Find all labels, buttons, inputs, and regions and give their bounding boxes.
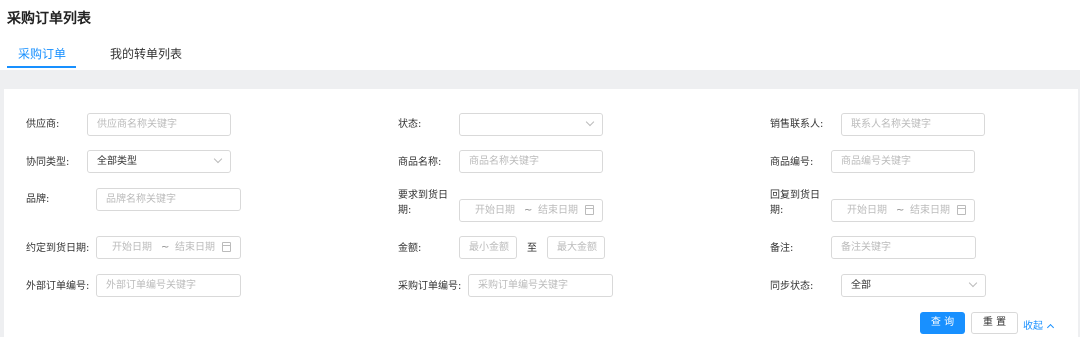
agreed-date-tilde: ~ — [161, 242, 170, 253]
page-title: 采购订单列表 — [7, 11, 91, 27]
remark-label: 备注: — [770, 243, 794, 254]
sales-contact-label: 销售联系人: — [770, 119, 824, 130]
chevron-down-icon — [213, 154, 223, 164]
po-no-input[interactable]: 采购订单编号关键字 — [468, 274, 613, 297]
panel-left-edge — [0, 89, 4, 337]
calendar-icon — [222, 242, 231, 252]
sync-status-select-value: 全部 — [851, 280, 871, 291]
chevron-down-icon — [585, 117, 595, 127]
chevron-down-icon — [968, 278, 978, 288]
brand-input[interactable]: 品牌名称关键字 — [96, 188, 241, 211]
tab-my-transfer-list[interactable]: 我的转单列表 — [110, 45, 182, 62]
status-select[interactable] — [459, 113, 603, 136]
calendar-icon — [585, 205, 594, 215]
required-date-tilde: ~ — [524, 205, 533, 216]
agreed-date-range[interactable]: 开始日期 ~ 结束日期 — [96, 236, 241, 259]
reply-date-label-line2: 期: — [770, 205, 784, 216]
required-date-label-line2: 期: — [398, 205, 412, 216]
required-date-range[interactable]: 开始日期 ~ 结束日期 — [459, 199, 603, 222]
sync-status-label: 同步状态: — [770, 281, 814, 292]
query-button[interactable]: 查 询 — [920, 312, 965, 334]
required-date-label-line1: 要求到货日 — [398, 190, 448, 201]
required-date-start[interactable]: 开始日期 — [475, 200, 515, 221]
calendar-icon — [957, 205, 966, 215]
remark-input[interactable]: 备注关键字 — [831, 236, 976, 259]
supplier-input[interactable]: 供应商名称关键字 — [87, 113, 231, 136]
po-no-label: 采购订单编号: — [398, 281, 462, 292]
external-order-no-label: 外部订单编号: — [26, 281, 90, 292]
collab-type-select-value: 全部类型 — [97, 156, 137, 167]
reply-date-end[interactable]: 结束日期 — [910, 200, 950, 221]
external-order-no-input[interactable]: 外部订单编号关键字 — [96, 274, 241, 297]
sync-status-select[interactable]: 全部 — [841, 274, 986, 297]
tab-purchase-orders[interactable]: 采购订单 — [18, 45, 66, 62]
agreed-date-end[interactable]: 结束日期 — [175, 237, 215, 258]
product-code-input[interactable]: 商品编号关键字 — [831, 150, 975, 173]
reset-button[interactable]: 重 置 — [971, 312, 1018, 334]
sales-contact-input[interactable]: 联系人名称关键字 — [841, 113, 985, 136]
collapse-link[interactable]: 收起 — [1023, 317, 1055, 332]
active-tab-indicator — [7, 66, 76, 68]
amount-min-input[interactable]: 最小金额 — [459, 236, 517, 259]
chevron-up-icon — [1046, 323, 1055, 332]
product-code-label: 商品编号: — [770, 157, 814, 168]
status-label: 状态: — [398, 119, 422, 130]
page: 采购订单列表 采购订单 我的转单列表 供应商: 供应商名称关键字 状态: 销售联… — [0, 0, 1080, 337]
collab-type-select[interactable]: 全部类型 — [87, 150, 231, 173]
agreed-date-label: 约定到货日期: — [26, 243, 90, 254]
reply-date-start[interactable]: 开始日期 — [847, 200, 887, 221]
collapse-link-label: 收起 — [1023, 321, 1043, 332]
reply-date-label-line1: 回复到货日 — [770, 190, 820, 201]
reply-date-tilde: ~ — [896, 205, 905, 216]
amount-range-separator: 至 — [527, 243, 537, 254]
reply-date-range[interactable]: 开始日期 ~ 结束日期 — [831, 199, 975, 222]
amount-max-input[interactable]: 最大金额 — [547, 236, 605, 259]
collab-type-label: 协同类型: — [26, 157, 70, 168]
product-name-input[interactable]: 商品名称关键字 — [459, 150, 603, 173]
supplier-label: 供应商: — [26, 119, 60, 130]
product-name-label: 商品名称: — [398, 157, 442, 168]
amount-label: 金额: — [398, 243, 422, 254]
section-divider — [0, 70, 1080, 89]
brand-label: 品牌: — [26, 194, 50, 205]
agreed-date-start[interactable]: 开始日期 — [112, 237, 152, 258]
required-date-end[interactable]: 结束日期 — [538, 200, 578, 221]
